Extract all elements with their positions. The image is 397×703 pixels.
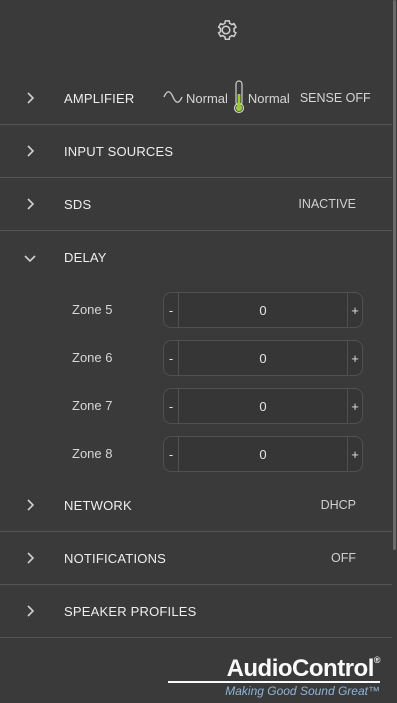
sense-status: SENSE OFF [299, 91, 371, 105]
audiocontrol-logo: AudioControl® Making Good Sound Great™ [166, 655, 388, 699]
section-amplifier[interactable]: AMPLIFIER Normal Normal SENSE OFF [0, 72, 392, 125]
delay-zone-row: Zone 8 - 0 + [0, 434, 392, 474]
chevron-right-icon [22, 497, 38, 513]
delay-stepper: - 0 + [163, 388, 363, 424]
delay-value-input[interactable]: 0 [179, 399, 347, 414]
decrement-button[interactable]: - [164, 293, 179, 327]
delay-stepper: - 0 + [163, 340, 363, 376]
section-sds[interactable]: SDS INACTIVE [0, 178, 392, 231]
logo-tagline: Making Good Sound Great™ [225, 684, 380, 698]
chevron-right-icon [22, 196, 38, 212]
delay-value-input[interactable]: 0 [179, 447, 347, 462]
amplifier-status: Normal Normal SENSE OFF [163, 79, 371, 117]
decrement-button[interactable]: - [164, 437, 179, 471]
section-label: NETWORK [64, 497, 132, 513]
chevron-down-icon [22, 250, 38, 266]
logo-name: AudioControl [226, 655, 375, 682]
section-label: AMPLIFIER [64, 90, 135, 106]
logo-reg-mark: ® [373, 655, 381, 665]
scrollbar-thumb[interactable] [393, 0, 396, 550]
delay-zone-row: Zone 7 - 0 + [0, 386, 392, 426]
section-label: SPEAKER PROFILES [64, 603, 197, 619]
notifications-status: OFF [331, 551, 356, 565]
delay-zone-row: Zone 6 - 0 + [0, 338, 392, 378]
delay-value-input[interactable]: 0 [179, 303, 347, 318]
section-label: DELAY [64, 250, 107, 265]
scrollbar[interactable] [392, 0, 397, 550]
logo-underline [168, 681, 380, 683]
zone-label: Zone 8 [72, 446, 113, 461]
chevron-right-icon [22, 90, 38, 106]
decrement-button[interactable]: - [164, 341, 179, 375]
thermometer-icon [233, 79, 245, 117]
delay-value-input[interactable]: 0 [179, 351, 347, 366]
section-notifications[interactable]: NOTIFICATIONS OFF [0, 532, 392, 585]
increment-button[interactable]: + [347, 389, 362, 423]
increment-button[interactable]: + [347, 293, 362, 327]
chevron-right-icon [22, 603, 38, 619]
chevron-right-icon [22, 550, 38, 566]
delay-zone-row: Zone 5 - 0 + [0, 290, 392, 330]
delay-stepper: - 0 + [163, 436, 363, 472]
increment-button[interactable]: + [347, 341, 362, 375]
chevron-right-icon [22, 143, 38, 159]
increment-button[interactable]: + [347, 437, 362, 471]
network-status: DHCP [320, 498, 356, 512]
sine-wave-icon [163, 90, 183, 106]
section-label: INPUT SOURCES [64, 143, 174, 159]
zone-label: Zone 5 [72, 302, 113, 317]
section-label: SDS [64, 196, 92, 212]
section-delay[interactable]: DELAY [0, 231, 392, 284]
gear-icon[interactable] [213, 17, 239, 43]
zone-label: Zone 7 [72, 398, 113, 413]
zone-label: Zone 6 [72, 350, 113, 365]
section-input-sources[interactable]: INPUT SOURCES [0, 125, 392, 178]
temperature-status: Normal [247, 90, 290, 106]
section-network[interactable]: NETWORK DHCP [0, 479, 392, 532]
delay-stepper: - 0 + [163, 292, 363, 328]
decrement-button[interactable]: - [164, 389, 179, 423]
signal-status: Normal [186, 90, 228, 106]
sds-status: INACTIVE [298, 197, 356, 211]
section-speaker-profiles[interactable]: SPEAKER PROFILES [0, 585, 392, 638]
logo-wordmark: AudioControl® [226, 655, 381, 683]
section-label: NOTIFICATIONS [64, 550, 167, 566]
